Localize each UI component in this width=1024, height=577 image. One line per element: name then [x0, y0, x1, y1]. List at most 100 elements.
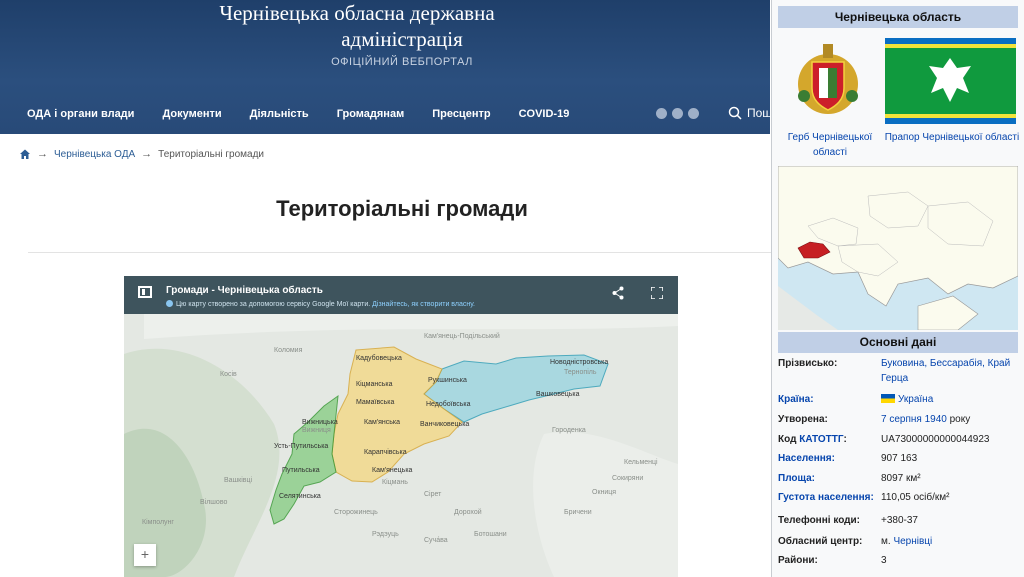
facebook-icon[interactable] [656, 108, 667, 119]
community-label[interactable]: Кадубовецька [356, 354, 402, 362]
row-key: Обласний центр: [778, 536, 863, 547]
map-info-text: Цю карту створено за допомогою сервісу G… [176, 301, 371, 308]
map-place-label: Сторожинець [334, 509, 378, 516]
center-link[interactable]: Чернівці [893, 536, 932, 547]
map-place-label: Кам'янець-Подільський [424, 332, 500, 340]
center-prefix: м. [881, 536, 894, 547]
formed-suffix: року [946, 414, 971, 425]
map-place-label: Кімполунг [142, 518, 174, 526]
home-icon[interactable] [19, 148, 31, 160]
row-key: Телефонні коди: [778, 515, 860, 526]
flag-caption[interactable]: Прапор Чернівецької області [880, 130, 1024, 145]
coat-of-arms-image[interactable] [792, 36, 864, 120]
nav-item-activity[interactable]: Діяльність [250, 108, 309, 120]
search-label: Пош [747, 106, 772, 120]
main-nav: ОДА і органи влади Документи Діяльність … [27, 108, 597, 120]
map-place-label: Ботошани [474, 531, 507, 538]
row-value: 3 [881, 555, 887, 566]
map-place-label: Кіцмань [382, 478, 408, 486]
social-links [656, 108, 699, 119]
map-place-label: Городенка [552, 427, 586, 434]
row-value: UA73000000000044923 [881, 434, 990, 445]
row-key-prefix: Код [778, 434, 800, 445]
community-label[interactable]: Рукшинська [428, 377, 467, 384]
map-place-label: Окниця [592, 489, 616, 496]
nav-item-press[interactable]: Пресцентр [432, 108, 490, 120]
community-label[interactable]: Усть-Путильська [274, 443, 328, 450]
community-label[interactable]: Кам'янська [364, 419, 400, 426]
map-place-label: Дорохой [454, 508, 482, 516]
page-title: Територіальні громади [276, 196, 528, 221]
community-label[interactable]: Карапчівська [364, 448, 407, 456]
nav-item-covid[interactable]: COVID-19 [519, 108, 570, 120]
community-label[interactable]: Недобоївська [426, 400, 471, 408]
map-canvas[interactable]: Кам'янець-Подільський Тернопіль Городенка К… [124, 314, 678, 577]
community-label[interactable]: Новодністровська [550, 358, 608, 366]
infobox-title: Чернівецька область [778, 6, 1018, 28]
share-icon[interactable] [612, 286, 624, 300]
breadcrumb-separator: → [141, 148, 153, 160]
google-my-map-embed[interactable]: Громади - Чернівецька область Цю карту с… [124, 276, 678, 577]
map-place-label: Вашківці [224, 476, 253, 484]
infobox-row-nickname: Прізвисько: Буковина, Бессарабія, Край Г… [778, 356, 1023, 388]
map-header-bar: Громади - Чернівецька область Цю карту с… [124, 276, 678, 314]
wiki-infobox: Чернівецька область Герб Чернівецької об… [771, 0, 1024, 577]
row-key[interactable]: Площа: [778, 471, 878, 486]
zoom-in-button[interactable]: + [134, 544, 156, 566]
community-label[interactable]: Ванчиковецька [420, 421, 469, 428]
map-info: Цю карту створено за допомогою сервісу G… [166, 300, 475, 308]
map-info-link[interactable]: Дізнайтесь, як створити власну. [372, 301, 475, 308]
map-place-label: Коломия [274, 347, 303, 354]
breadcrumb-separator: → [37, 148, 48, 160]
community-label[interactable]: Путильська [282, 467, 320, 474]
formed-date-link[interactable]: 7 серпня 1940 [881, 414, 947, 425]
breadcrumb-item-oda[interactable]: Чернівецька ОДА [54, 149, 135, 160]
flag-image[interactable] [885, 38, 1016, 124]
telegram-icon[interactable] [672, 108, 683, 119]
row-value: 8097 км² [881, 473, 921, 484]
coat-of-arms-caption[interactable]: Герб Чернівецької області [782, 130, 878, 160]
row-value: +380-37 [881, 515, 918, 526]
map-place-label: Вижниця [302, 427, 331, 434]
country-link[interactable]: Україна [898, 394, 933, 405]
nav-item-documents[interactable]: Документи [162, 108, 221, 120]
search-button[interactable]: Пош [728, 106, 772, 120]
row-key: Прізвисько: [778, 358, 838, 369]
nickname-link[interactable]: Буковина, Бессарабія, Край Герца [881, 358, 1010, 384]
map-place-label: Косів [220, 370, 237, 378]
map-place-label: Сокиряни [612, 475, 643, 482]
sidebar-toggle-icon[interactable] [138, 286, 152, 298]
community-label[interactable]: Селятинська [279, 493, 321, 500]
map-place-label: Кельменці [624, 458, 658, 466]
fullscreen-icon[interactable] [651, 287, 663, 299]
map-place-label: Суча́ва [424, 536, 448, 544]
youtube-icon[interactable] [688, 108, 699, 119]
community-label[interactable]: Вижницька [302, 419, 338, 426]
row-key: Код КАТОТТГ: [778, 432, 878, 447]
community-label[interactable]: Кіцманська [356, 380, 393, 388]
row-value: 110,05 осіб/км² [881, 492, 950, 503]
nav-item-oda[interactable]: ОДА і органи влади [27, 108, 134, 120]
breadcrumb: → Чернівецька ОДА → Територіальні громад… [19, 148, 264, 160]
community-label[interactable]: Вашковецька [536, 391, 580, 398]
site-title-line2: адміністрація [341, 27, 463, 51]
row-key[interactable]: Населення: [778, 451, 878, 466]
community-label[interactable]: Кам'янецька [372, 467, 413, 474]
site-header: Чернівецька обласна державна адміністрац… [0, 0, 772, 134]
divider [28, 252, 773, 253]
katottg-link[interactable]: КАТОТТГ [799, 434, 843, 445]
map-place-label: Тернопіль [564, 368, 597, 376]
row-key: Утворена: [778, 414, 828, 425]
community-label[interactable]: Мамаївська [356, 399, 394, 406]
map-place-label: Рэдэуць [372, 531, 399, 538]
breadcrumb-current: Територіальні громади [158, 148, 264, 160]
map-place-label: Вілшово [200, 498, 227, 506]
ukraine-locator-map[interactable] [778, 166, 1018, 330]
row-key[interactable]: Густота населення: [778, 490, 888, 505]
infobox-section-main: Основні дані [778, 332, 1018, 353]
row-value: Україна [881, 392, 1021, 407]
map-title[interactable]: Громади - Чернівецька область [166, 285, 323, 296]
nav-item-citizens[interactable]: Громадянам [337, 108, 405, 120]
map-place-label: Бричени [564, 509, 592, 516]
row-key[interactable]: Країна: [778, 392, 878, 407]
